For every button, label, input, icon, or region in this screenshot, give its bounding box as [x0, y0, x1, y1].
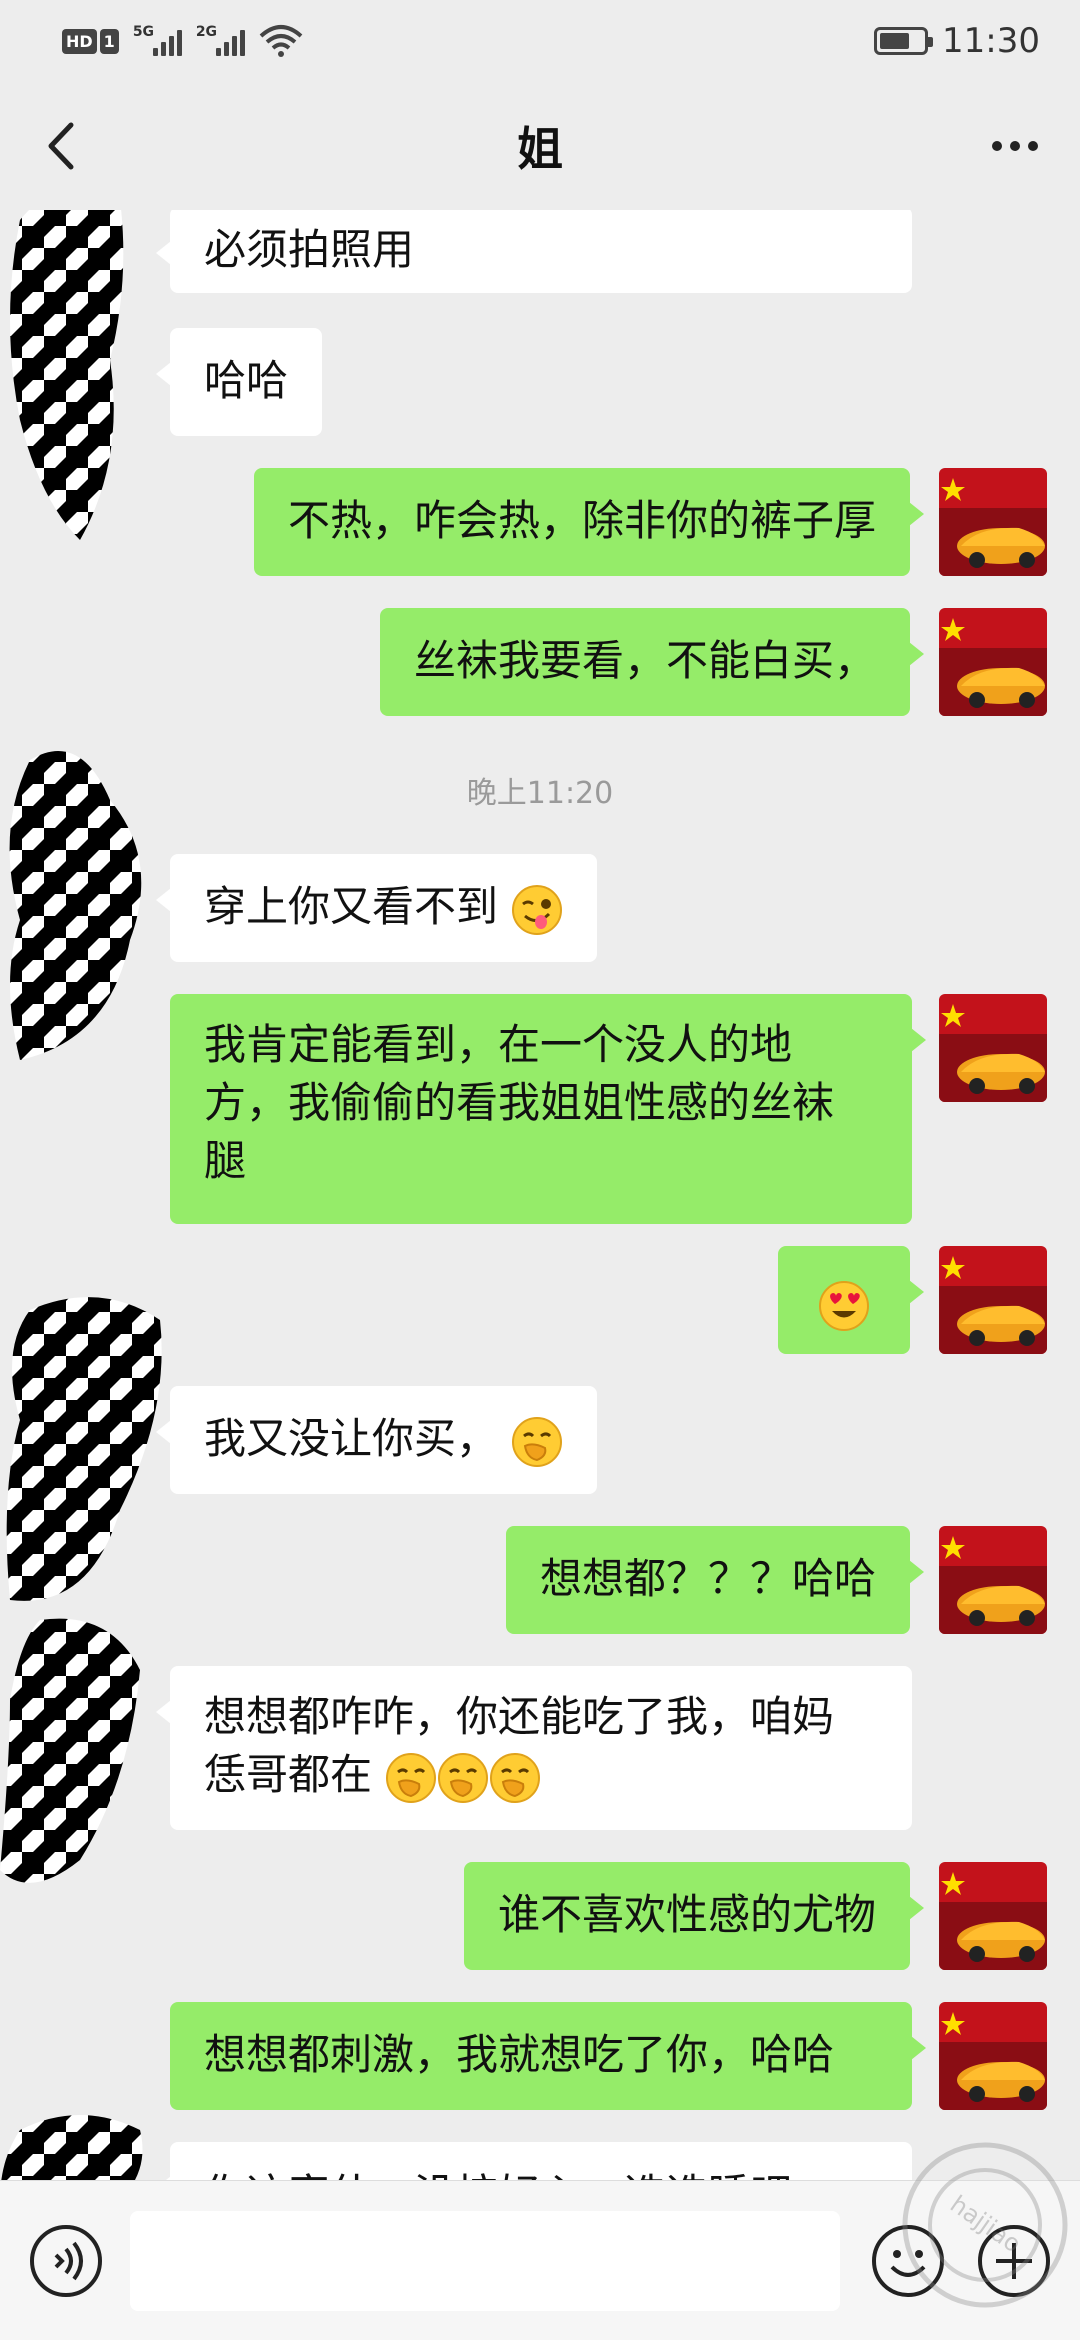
my-avatar[interactable]: [939, 468, 1047, 576]
redacted-avatar: [1, 2115, 143, 2180]
car-flag-avatar-icon: [939, 1862, 1047, 1970]
more-button[interactable]: [980, 114, 1050, 178]
message-bubble-outgoing[interactable]: 丝袜我要看，不能白买，: [379, 608, 925, 716]
message-text-line: 方，我偷偷的看我姐姐性感的丝袜: [204, 1078, 835, 1127]
my-avatar[interactable]: [939, 1246, 1047, 1354]
battery-level: [880, 33, 910, 49]
message-bubble-outgoing[interactable]: 谁不喜欢性感的尤物: [463, 1862, 925, 1970]
dot-icon: [992, 141, 1002, 151]
message-bubble-incoming[interactable]: 哈哈: [155, 328, 323, 436]
message-text: 丝袜我要看，不能白买，: [413, 636, 876, 685]
hand-over-mouth-emoji-icon: [490, 1752, 541, 1803]
network-2g-label: 2G: [195, 24, 218, 40]
car-flag-avatar-icon: [939, 468, 1047, 576]
chat-timestamp: 晚上11:20: [466, 776, 614, 811]
message-text: 不热，咋会热，除非你的裤子厚: [287, 496, 876, 545]
message-bubble-incoming[interactable]: 想想都咋咋，你还能吃了我，咱妈 恁哥都在: [156, 1666, 912, 1830]
message-text: 想想都？？？哈哈: [539, 1554, 876, 1603]
input-bar: [0, 2180, 1080, 2340]
status-left: HD 1 5G 2G: [62, 24, 303, 58]
wechat-chat-screen: HD 1 5G 2G 11:30 姐 必须拍照用 哈哈 不热，咋会热，除非你的裤…: [0, 0, 1080, 2340]
hand-over-mouth-emoji-icon: [386, 1752, 437, 1803]
status-right: 11:30: [874, 21, 1040, 61]
car-flag-avatar-icon: [939, 2002, 1047, 2110]
dot-icon: [1028, 141, 1038, 151]
message-bubble-outgoing[interactable]: 不热，咋会热，除非你的裤子厚: [253, 468, 925, 576]
plus-icon[interactable]: [974, 2221, 1054, 2301]
emoji-picker-icon[interactable]: [868, 2221, 948, 2301]
message-bubble-incoming[interactable]: 必须拍照用: [156, 210, 912, 293]
message-text: 想想都刺激，我就想吃了你，哈哈: [204, 2030, 835, 2079]
message-text: 你这家伙，没按好心，选选睡吧: [204, 2170, 792, 2180]
clock: 11:30: [942, 21, 1040, 61]
my-avatar[interactable]: [939, 1862, 1047, 1970]
chat-header: 姐: [0, 82, 1080, 210]
my-avatar[interactable]: [939, 1526, 1047, 1634]
redacted-avatar: [6, 1297, 162, 1601]
battery-icon: [874, 27, 934, 55]
hd-label: HD: [62, 28, 97, 54]
hand-over-mouth-emoji-icon: [438, 1752, 489, 1803]
car-flag-avatar-icon: [939, 994, 1047, 1102]
chat-title: 姐: [517, 122, 563, 176]
message-text-line: 我肯定能看到，在一个没人的地: [204, 1020, 793, 1069]
back-button[interactable]: [30, 114, 90, 178]
sim-label: 1: [99, 28, 119, 54]
message-text: 穿上你又看不到: [204, 882, 499, 931]
message-bubble-outgoing[interactable]: 想想都？？？哈哈: [505, 1526, 925, 1634]
hand-over-mouth-emoji-icon: [512, 1416, 563, 1467]
car-flag-avatar-icon: [939, 608, 1047, 716]
message-text: 我又没让你买，: [204, 1414, 499, 1463]
message-bubble-outgoing[interactable]: 我肯定能看到，在一个没人的地 方，我偷偷的看我姐姐性感的丝袜 腿: [170, 994, 926, 1224]
message-input[interactable]: [130, 2211, 840, 2311]
message-text: 恁哥都在: [204, 1750, 373, 1799]
my-avatar[interactable]: [939, 2002, 1047, 2110]
status-bar: HD 1 5G 2G 11:30: [0, 0, 1080, 82]
hd-badge: HD 1: [62, 28, 119, 54]
message-text: 哈哈: [204, 356, 289, 405]
message-text-line: 想想都咋咋，你还能吃了我，咱妈: [204, 1692, 835, 1741]
network-5g-label: 5G: [132, 24, 155, 40]
message-text: 谁不喜欢性感的尤物: [497, 1890, 876, 1939]
my-avatar[interactable]: [939, 994, 1047, 1102]
car-flag-avatar-icon: [939, 1526, 1047, 1634]
wifi-icon: [259, 25, 303, 57]
redacted-avatar: [0, 1618, 140, 1883]
message-text-line: 恁哥都在: [204, 1746, 878, 1804]
message-bubble-incoming[interactable]: 穿上你又看不到: [155, 854, 598, 962]
car-flag-avatar-icon: [939, 1246, 1047, 1354]
message-list[interactable]: 必须拍照用 哈哈 不热，咋会热，除非你的裤子厚 丝袜我要看，不能白买， 晚上11…: [0, 210, 1080, 2180]
heart-eyes-emoji-icon: [819, 1280, 869, 1331]
signal-2g-icon: 2G: [195, 24, 245, 56]
message-bubble-outgoing[interactable]: [778, 1246, 924, 1354]
signal-5g-icon: 5G: [132, 24, 182, 56]
message-bubble-incoming[interactable]: 我又没让你买，: [155, 1386, 598, 1494]
message-text-line: 腿: [204, 1136, 247, 1185]
dot-icon: [1010, 141, 1020, 151]
voice-icon[interactable]: [26, 2221, 106, 2301]
message-text: 必须拍照用: [204, 225, 415, 274]
chevron-left-icon: [48, 122, 74, 170]
redacted-avatar: [10, 210, 124, 540]
message-bubble-incoming[interactable]: 你这家伙，没按好心，选选睡吧: [156, 2142, 912, 2180]
my-avatar[interactable]: [939, 608, 1047, 716]
winking-tongue-emoji-icon: [512, 884, 563, 935]
message-bubble-outgoing[interactable]: 想想都刺激，我就想吃了你，哈哈: [170, 2002, 926, 2110]
